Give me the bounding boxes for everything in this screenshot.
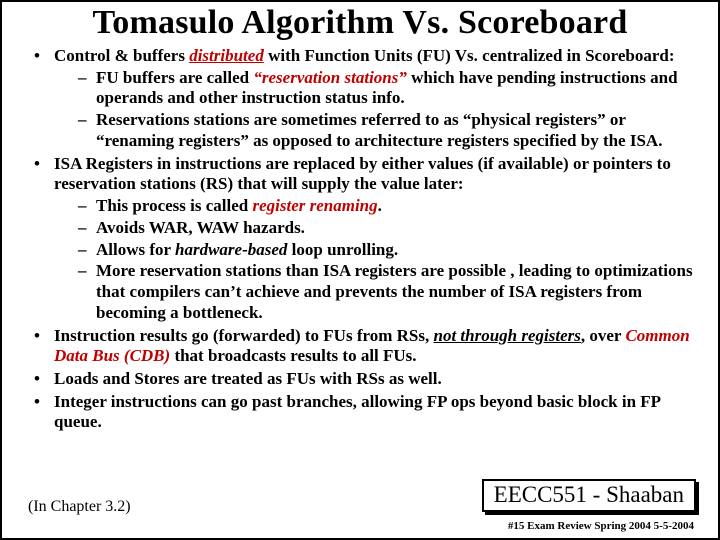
b3-mid: , over	[581, 326, 626, 345]
course-box: EECC551 - Shaaban	[482, 479, 696, 512]
b1s1-pre: FU buffers are called	[96, 68, 253, 87]
bullet-3: Instruction results go (forwarded) to FU…	[34, 326, 700, 367]
slide-frame: Tomasulo Algorithm Vs. Scoreboard Contro…	[0, 0, 720, 540]
bullet-1-sublist: FU buffers are called “reservation stati…	[54, 68, 700, 152]
bullet-2-sub-1: This process is called register renaming…	[78, 196, 700, 217]
bullet-1-sub-2: Reservations stations are sometimes refe…	[78, 110, 700, 151]
b1-keyword-distributed: distributed	[189, 46, 264, 65]
b2s3-post: loop unrolling.	[287, 240, 398, 259]
bullet-2-sublist: This process is called register renaming…	[54, 196, 700, 323]
b2s1-pre: This process is called	[96, 196, 252, 215]
b3-keyword-not-through-registers: not through registers	[434, 326, 581, 345]
b2s1-keyword-register-renaming: register renaming	[252, 196, 377, 215]
b1-post: with Function Units (FU) Vs. centralized…	[264, 46, 675, 65]
footer-note: #15 Exam Review Spring 2004 5-5-2004	[508, 520, 694, 532]
chapter-note: (In Chapter 3.2)	[28, 498, 131, 516]
bullet-1-sub-1: FU buffers are called “reservation stati…	[78, 68, 700, 109]
b2s1-post: .	[378, 196, 382, 215]
bullet-2-sub-2: Avoids WAR, WAW hazards.	[78, 218, 700, 239]
bullet-2-sub-4: More reservation stations than ISA regis…	[78, 261, 700, 323]
b3-pre: Instruction results go (forwarded) to FU…	[54, 326, 434, 345]
b3-post: that broadcasts results to all FUs.	[170, 346, 416, 365]
bullet-1: Control & buffers distributed with Funct…	[34, 46, 700, 152]
b1-pre: Control & buffers	[54, 46, 189, 65]
b2-text: ISA Registers in instructions are replac…	[54, 154, 671, 194]
bullet-5: Integer instructions can go past branche…	[34, 392, 700, 433]
b2s3-pre: Allows for	[96, 240, 175, 259]
bullet-4: Loads and Stores are treated as FUs with…	[34, 369, 700, 390]
slide-title: Tomasulo Algorithm Vs. Scoreboard	[20, 4, 700, 42]
bullet-2-sub-3: Allows for hardware-based loop unrolling…	[78, 240, 700, 261]
b2s3-keyword-hardware-based: hardware-based	[175, 240, 287, 259]
bullet-2: ISA Registers in instructions are replac…	[34, 154, 700, 324]
b1s1-keyword-reservation-stations: “reservation stations”	[253, 68, 407, 87]
bullet-list: Control & buffers distributed with Funct…	[20, 46, 700, 433]
